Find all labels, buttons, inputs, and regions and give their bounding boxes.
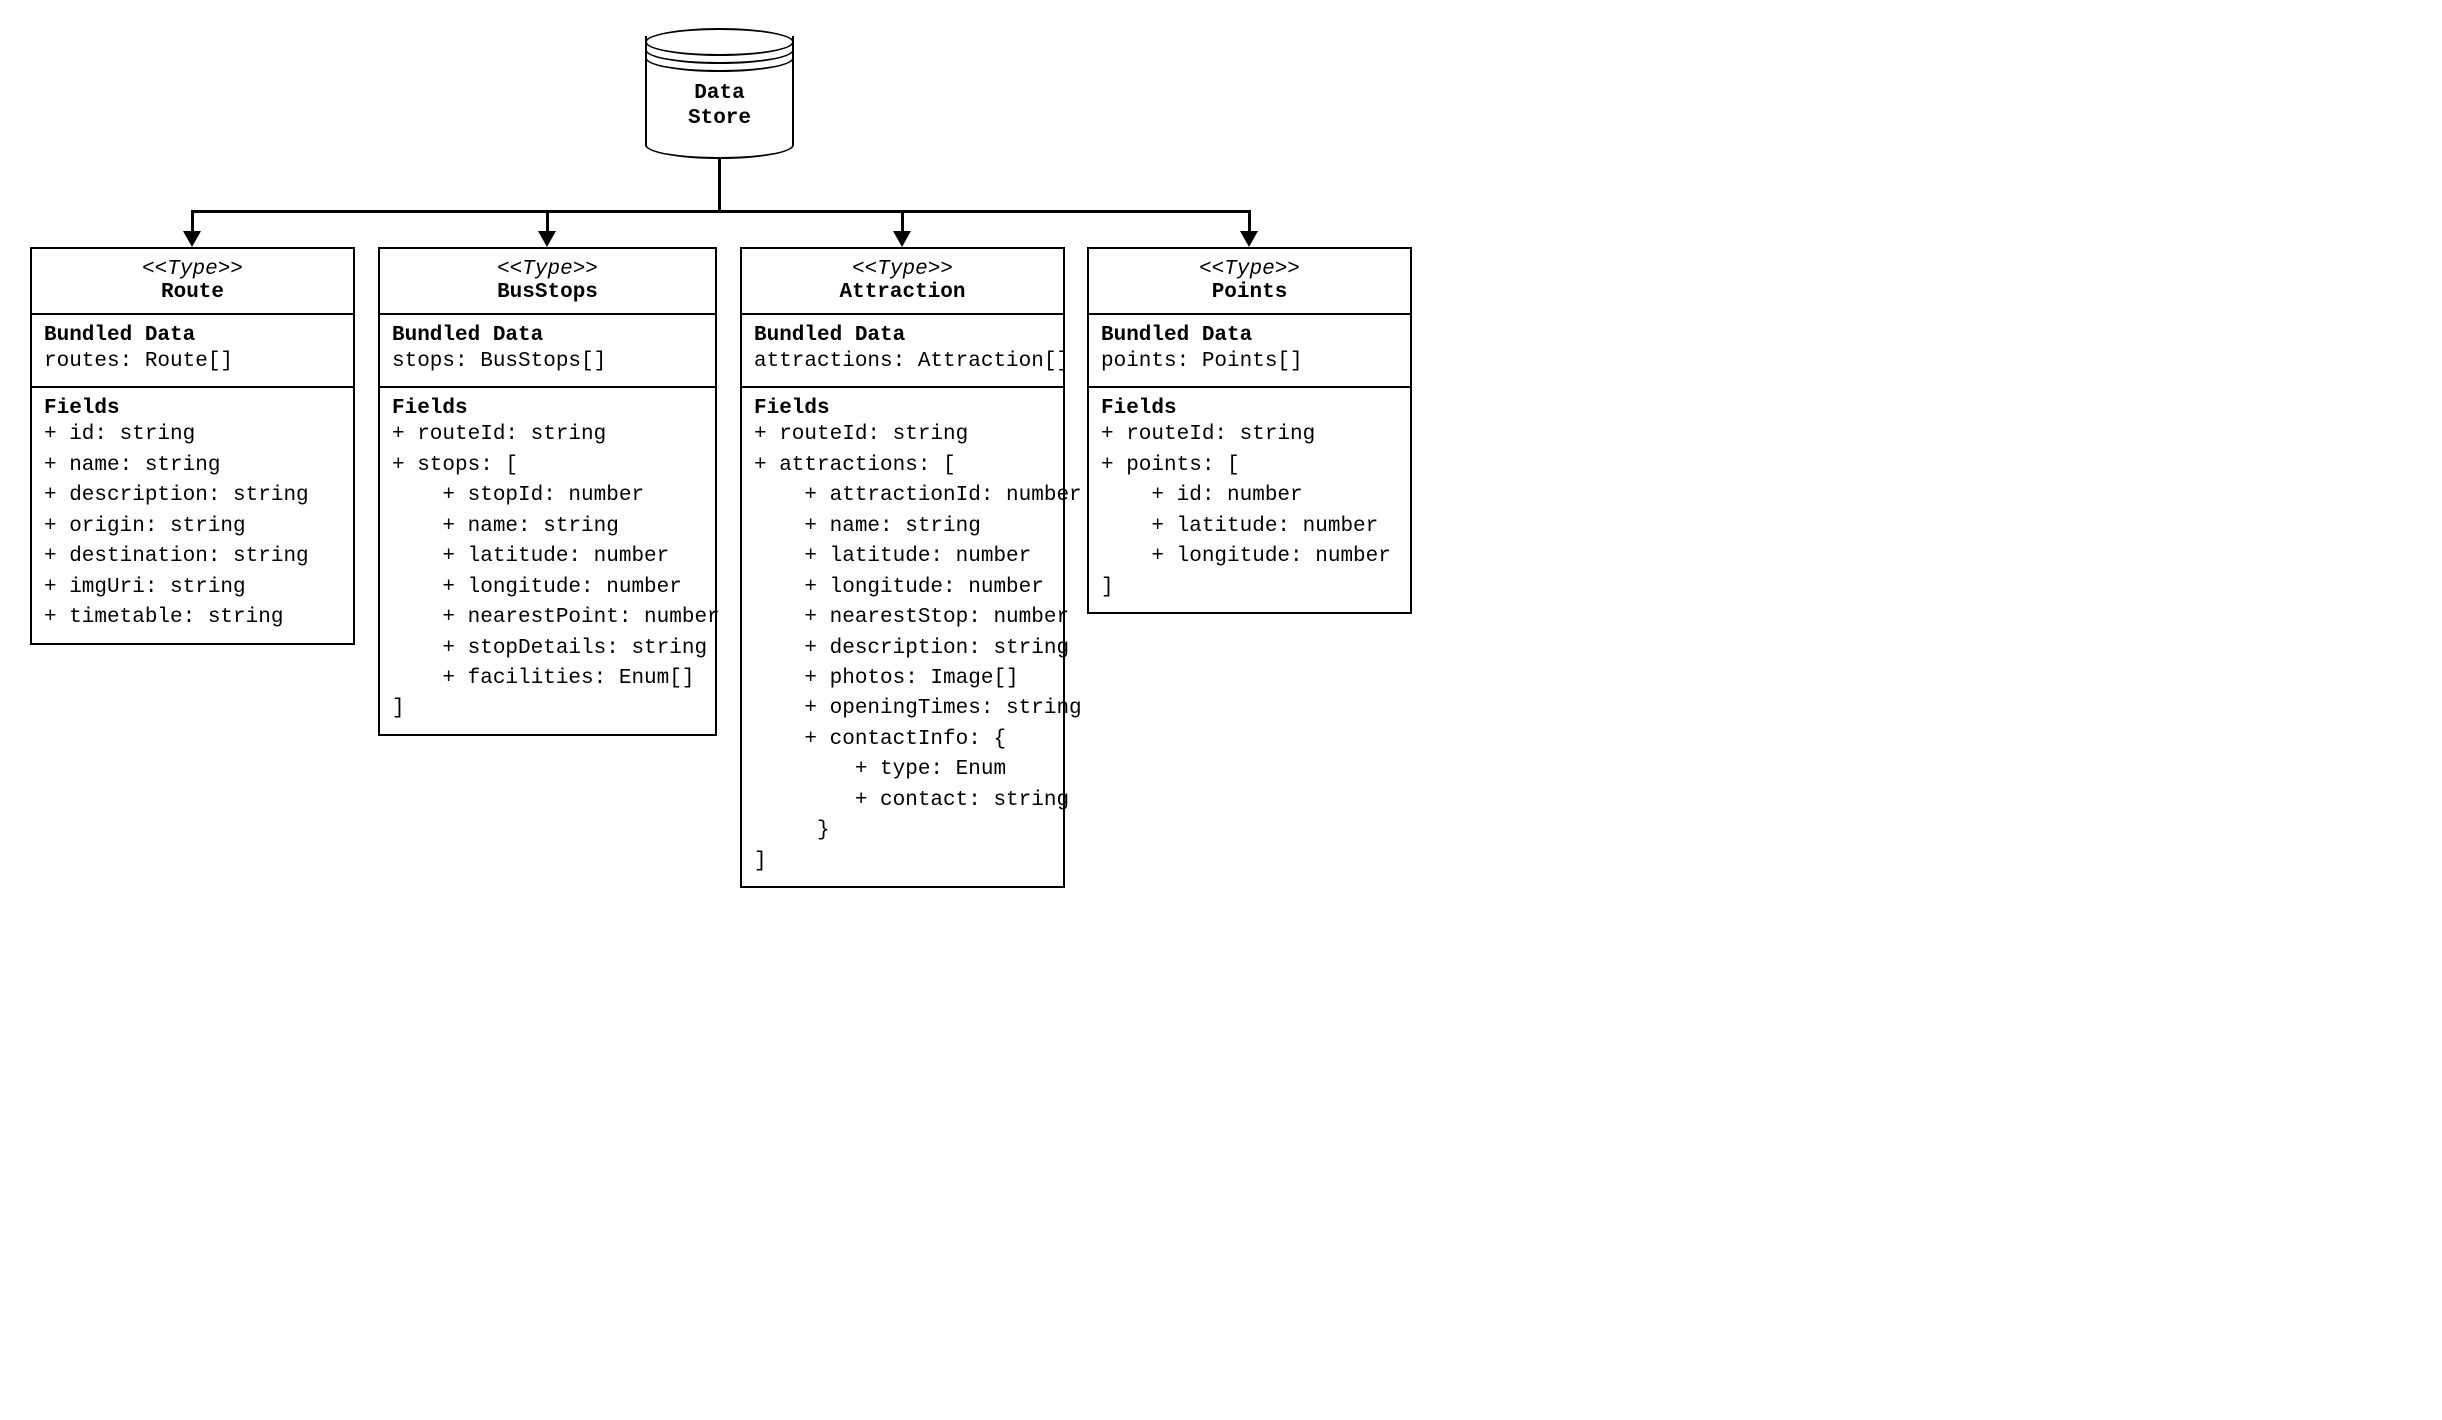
- connector-line: [546, 210, 549, 233]
- entity-name: Points: [1095, 281, 1404, 304]
- section-title: Fields: [1101, 397, 1398, 420]
- section-title: Fields: [44, 397, 341, 420]
- entity-attraction: <<Type>> Attraction Bundled Data attract…: [740, 247, 1065, 888]
- field-list: + routeId: string + attractions: [ + att…: [754, 420, 1051, 877]
- entity-name: Attraction: [748, 281, 1057, 304]
- connector-line: [718, 159, 721, 212]
- bundled-data: attractions: Attraction[]: [754, 347, 1051, 377]
- section-title: Bundled Data: [1101, 324, 1398, 347]
- arrow-icon: [183, 231, 201, 247]
- section-title: Bundled Data: [44, 324, 341, 347]
- arrow-icon: [1240, 231, 1258, 247]
- section-title: Bundled Data: [392, 324, 703, 347]
- entity-name: BusStops: [386, 281, 709, 304]
- arrow-icon: [893, 231, 911, 247]
- stereotype-label: <<Type>>: [38, 258, 347, 281]
- entity-points: <<Type>> Points Bundled Data points: Poi…: [1087, 247, 1412, 614]
- datastore-label: Data Store: [645, 81, 794, 131]
- entity-name: Route: [38, 281, 347, 304]
- stereotype-label: <<Type>>: [1095, 258, 1404, 281]
- entity-route: <<Type>> Route Bundled Data routes: Rout…: [30, 247, 355, 645]
- bundled-data: routes: Route[]: [44, 347, 341, 377]
- bundled-data: stops: BusStops[]: [392, 347, 703, 377]
- diagram-canvas: Data Store <<Type>> Route Bundled Data r…: [0, 0, 2442, 1420]
- connector-line: [191, 210, 194, 233]
- section-title: Fields: [754, 397, 1051, 420]
- field-list: + id: string + name: string + descriptio…: [44, 420, 341, 633]
- entity-busstops: <<Type>> BusStops Bundled Data stops: Bu…: [378, 247, 717, 736]
- stereotype-label: <<Type>>: [748, 258, 1057, 281]
- connector-line: [1248, 210, 1251, 233]
- arrow-icon: [538, 231, 556, 247]
- field-list: + routeId: string + stops: [ + stopId: n…: [392, 420, 703, 724]
- datastore-symbol: Data Store: [645, 28, 794, 159]
- field-list: + routeId: string + points: [ + id: numb…: [1101, 420, 1398, 603]
- connector-line: [901, 210, 904, 233]
- section-title: Fields: [392, 397, 703, 420]
- stereotype-label: <<Type>>: [386, 258, 709, 281]
- section-title: Bundled Data: [754, 324, 1051, 347]
- bundled-data: points: Points[]: [1101, 347, 1398, 377]
- connector-line: [192, 210, 1251, 213]
